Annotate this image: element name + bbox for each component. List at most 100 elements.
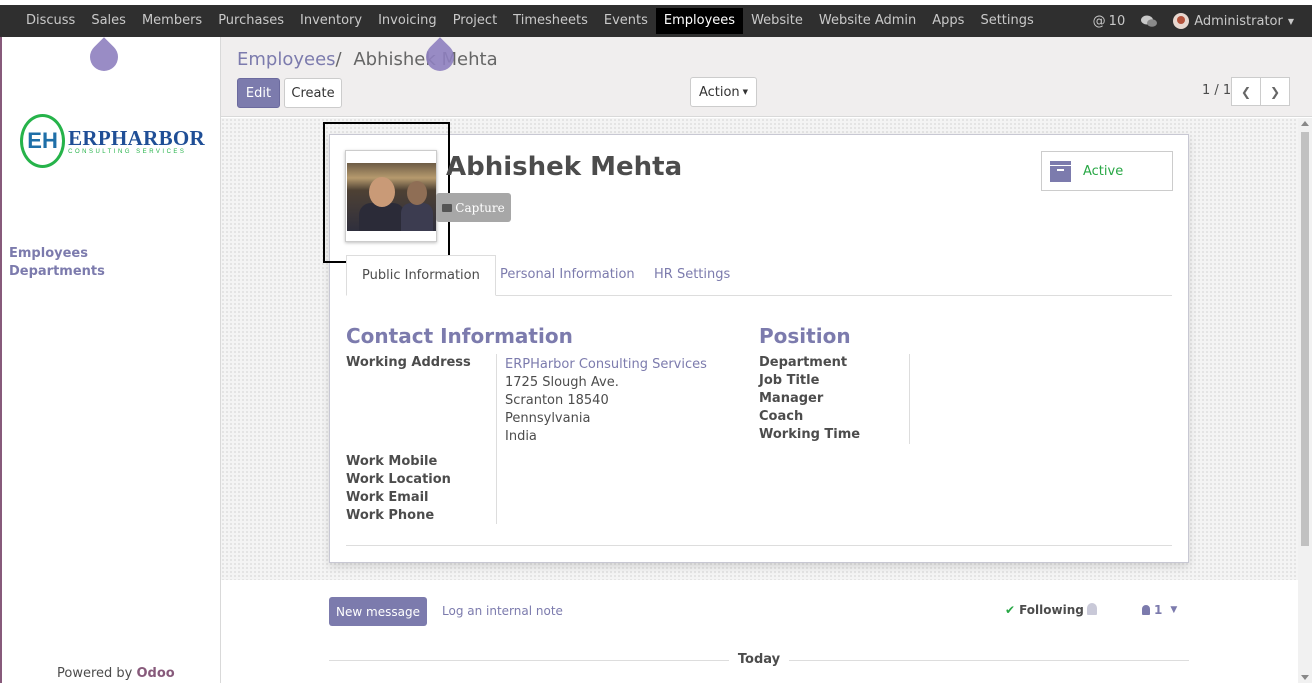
scroll-up-icon[interactable] — [1301, 121, 1309, 126]
odoo-link[interactable]: Odoo — [137, 666, 175, 681]
mentions-count: 10 — [1108, 13, 1126, 29]
capture-button[interactable]: Capture — [436, 193, 511, 222]
menu-website-admin[interactable]: Website Admin — [811, 5, 924, 37]
action-dropdown[interactable]: Action ▼ — [690, 77, 757, 107]
chat-bubbles-icon — [1141, 15, 1158, 27]
active-toggle-button[interactable]: Active — [1041, 151, 1173, 191]
followers-count: 1 — [1154, 603, 1163, 617]
pager-value[interactable]: 1 / 1 — [1202, 83, 1231, 98]
breadcrumb-employees[interactable]: Employees — [237, 49, 336, 70]
separator-line-right — [789, 660, 1189, 661]
control-panel: Employees/ Abhishek Mehta Edit Create Ac… — [221, 37, 1312, 117]
scroll-thumb[interactable] — [1301, 132, 1309, 546]
separator-line-left — [329, 660, 729, 661]
tab-personal-information[interactable]: Personal Information — [485, 255, 650, 296]
working-time-label: Working Time — [759, 427, 861, 442]
menu-settings[interactable]: Settings — [972, 5, 1041, 37]
employee-name: Abhishek Mehta — [446, 152, 683, 182]
menu-project[interactable]: Project — [445, 5, 505, 37]
caret-down-icon: ▼ — [742, 88, 749, 96]
company-logo: EH ERPHARBOR CONSULTING SERVICES — [20, 113, 205, 169]
department-label: Department — [759, 355, 848, 370]
user-name: Administrator — [1194, 13, 1283, 29]
form-tabs: Public Information Personal Information … — [346, 255, 1172, 296]
date-separator: Today — [329, 652, 1189, 668]
menu-inventory[interactable]: Inventory — [292, 5, 370, 37]
logo-main-text: ERPHARBOR — [68, 126, 205, 150]
powered-by-text: Powered by — [57, 666, 133, 681]
logo-mark: EH — [20, 114, 66, 168]
app-menu: Discuss Sales Members Purchases Inventor… — [0, 5, 1042, 37]
menu-discuss[interactable]: Discuss — [18, 5, 83, 37]
menu-apps[interactable]: Apps — [924, 5, 972, 37]
address-city-zip: Scranton 18540 — [505, 393, 609, 408]
capture-label: Capture — [455, 200, 505, 215]
menu-sales[interactable]: Sales — [83, 5, 134, 37]
log-note-link[interactable]: Log an internal note — [442, 604, 563, 618]
chevron-left-icon: ❮ — [1240, 84, 1252, 99]
following-button[interactable]: ✔ Following — [1005, 603, 1084, 617]
following-label: Following — [1019, 603, 1084, 617]
action-label: Action — [698, 84, 740, 100]
caret-down-icon: ▼ — [1287, 16, 1294, 26]
breadcrumb-separator: / — [335, 49, 342, 70]
working-address-label: Working Address — [346, 355, 471, 370]
work-mobile-label: Work Mobile — [346, 454, 438, 469]
work-location-label: Work Location — [346, 472, 451, 487]
pager-next[interactable]: ❯ — [1260, 77, 1290, 106]
mentions-button[interactable]: @ 10 — [1085, 14, 1134, 29]
work-phone-label: Work Phone — [346, 508, 435, 523]
coach-label: Coach — [759, 409, 804, 424]
tab-hr-settings[interactable]: HR Settings — [639, 255, 745, 296]
scroll-down-icon[interactable] — [1301, 675, 1309, 680]
followers-dropdown[interactable]: 1 ▼ — [1142, 603, 1177, 617]
field-divider — [496, 354, 497, 524]
caret-down-icon: ▼ — [1170, 605, 1178, 615]
new-message-button[interactable]: New message — [329, 597, 427, 626]
top-navbar: Discuss Sales Members Purchases Inventor… — [0, 5, 1312, 37]
sidebar-menu: Employees Departments — [9, 245, 105, 281]
address-country: India — [505, 429, 537, 444]
menu-purchases[interactable]: Purchases — [210, 5, 292, 37]
sidebar-item-employees[interactable]: Employees — [9, 245, 105, 263]
manager-label: Manager — [759, 391, 824, 406]
position-divider — [909, 354, 910, 444]
status-label: Active — [1083, 163, 1124, 179]
at-icon: @ — [1092, 13, 1106, 29]
logo-sub-text: CONSULTING SERVICES — [68, 149, 187, 155]
today-label: Today — [737, 652, 781, 667]
check-icon: ✔ — [1005, 603, 1016, 617]
menu-invoicing[interactable]: Invoicing — [370, 5, 445, 37]
menu-employees[interactable]: Employees — [655, 8, 744, 34]
work-email-label: Work Email — [346, 490, 429, 505]
focus-highlight — [323, 122, 450, 263]
sheet-divider — [346, 545, 1172, 546]
edit-button[interactable]: Edit — [237, 78, 280, 108]
chevron-right-icon: ❯ — [1269, 84, 1281, 99]
create-button[interactable]: Create — [284, 78, 342, 108]
job-title-label: Job Title — [759, 373, 820, 388]
pager-previous[interactable]: ❮ — [1231, 77, 1261, 106]
archive-icon — [1050, 160, 1071, 182]
menu-events[interactable]: Events — [596, 5, 656, 37]
address-state: Pennsylvania — [505, 411, 591, 426]
bell-icon[interactable] — [1087, 603, 1097, 615]
contact-info-heading: Contact Information — [346, 324, 573, 348]
avatar — [1173, 13, 1190, 29]
address-company-link[interactable]: ERPHarbor Consulting Services — [505, 357, 707, 372]
menu-timesheets[interactable]: Timesheets — [505, 5, 596, 37]
powered-by: Powered by Odoo — [57, 666, 175, 681]
menu-website[interactable]: Website — [743, 5, 811, 37]
scrollbar[interactable] — [1298, 118, 1312, 683]
address-street: 1725 Slough Ave. — [505, 375, 619, 390]
sidebar-item-departments[interactable]: Departments — [9, 263, 105, 281]
sidebar: EH ERPHARBOR CONSULTING SERVICES Employe… — [0, 37, 221, 683]
logo-text: ERPHARBOR CONSULTING SERVICES — [68, 127, 205, 155]
breadcrumb: Employees/ Abhishek Mehta — [237, 49, 498, 70]
user-menu[interactable]: Administrator ▼ — [1165, 13, 1302, 29]
tab-public-information[interactable]: Public Information — [346, 255, 496, 296]
user-icon — [1142, 605, 1150, 615]
position-heading: Position — [759, 324, 851, 348]
menu-members[interactable]: Members — [134, 5, 210, 37]
chat-button[interactable] — [1133, 15, 1165, 28]
